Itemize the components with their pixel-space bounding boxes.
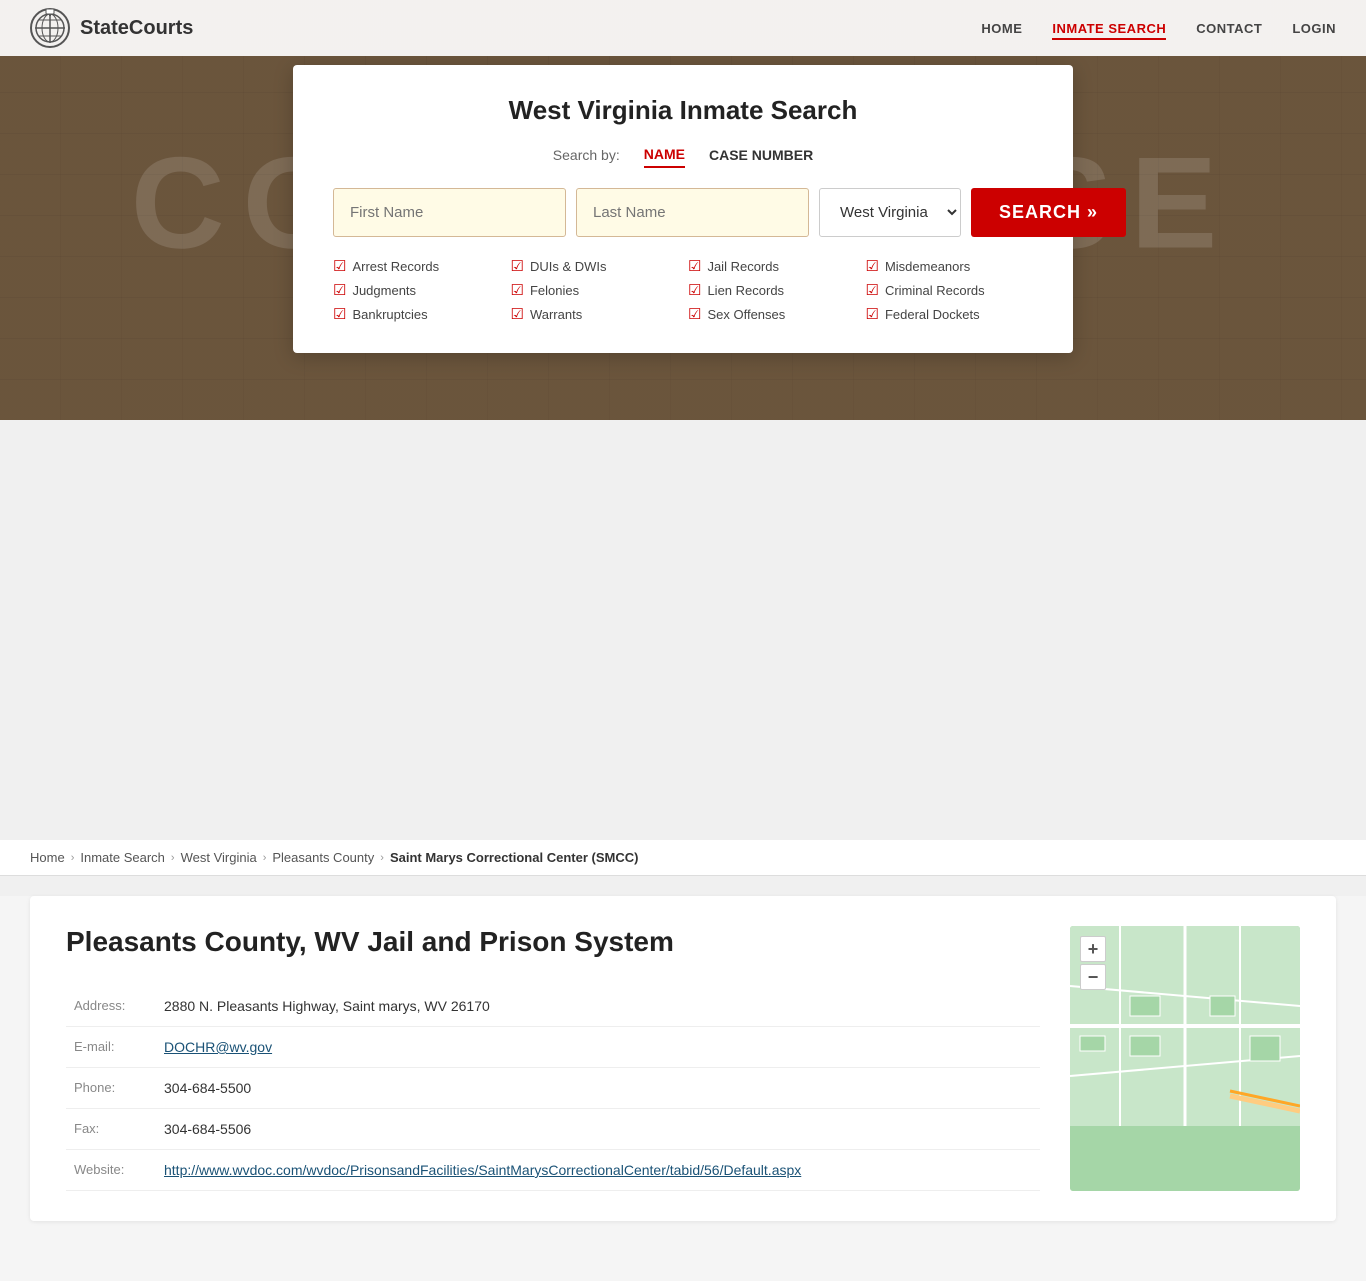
table-row: Fax: 304-684-5506 bbox=[66, 1109, 1040, 1150]
tab-name[interactable]: NAME bbox=[644, 142, 685, 168]
check-label: Sex Offenses bbox=[707, 307, 785, 322]
field-value-phone: 304-684-5500 bbox=[156, 1068, 1040, 1109]
map-container: + − bbox=[1070, 926, 1300, 1191]
check-bankruptcies: ☑ Bankruptcies bbox=[333, 305, 501, 323]
nav-item-login[interactable]: LOGIN bbox=[1292, 20, 1336, 36]
field-value-website: http://www.wvdoc.com/wvdoc/PrisonsandFac… bbox=[156, 1150, 1040, 1191]
breadcrumb-current: Saint Marys Correctional Center (SMCC) bbox=[390, 850, 639, 865]
field-value-fax: 304-684-5506 bbox=[156, 1109, 1040, 1150]
check-label: Criminal Records bbox=[885, 283, 985, 298]
field-label: Address: bbox=[66, 986, 156, 1027]
check-icon: ☑ bbox=[688, 281, 701, 299]
table-row: Address: 2880 N. Pleasants Highway, Sain… bbox=[66, 986, 1040, 1027]
logo[interactable]: StateCourts bbox=[30, 8, 193, 48]
check-label: Bankruptcies bbox=[352, 307, 427, 322]
first-name-input[interactable] bbox=[333, 188, 566, 237]
nav-item-contact[interactable]: CONTACT bbox=[1196, 20, 1262, 36]
check-arrest-records: ☑ Arrest Records bbox=[333, 257, 501, 275]
check-criminal-records: ☑ Criminal Records bbox=[866, 281, 1034, 299]
check-icon: ☑ bbox=[866, 257, 879, 275]
breadcrumb-sep: › bbox=[171, 852, 175, 864]
search-inputs: West Virginia Alabama Alaska Arizona Cal… bbox=[333, 188, 1033, 237]
check-label: Lien Records bbox=[707, 283, 784, 298]
checkboxes-grid: ☑ Arrest Records ☑ DUIs & DWIs ☑ Jail Re… bbox=[333, 257, 1033, 323]
logo-text: StateCourts bbox=[80, 17, 193, 40]
nav-item-home[interactable]: HOME bbox=[981, 20, 1022, 36]
check-label: Federal Dockets bbox=[885, 307, 980, 322]
breadcrumb-sep: › bbox=[263, 852, 267, 864]
check-misdemeanors: ☑ Misdemeanors bbox=[866, 257, 1034, 275]
field-value-address: 2880 N. Pleasants Highway, Saint marys, … bbox=[156, 986, 1040, 1027]
check-icon: ☑ bbox=[688, 257, 701, 275]
check-icon: ☑ bbox=[333, 305, 346, 323]
check-icon: ☑ bbox=[511, 281, 524, 299]
breadcrumb-sep: › bbox=[71, 852, 75, 864]
check-sex-offenses: ☑ Sex Offenses bbox=[688, 305, 856, 323]
state-select[interactable]: West Virginia Alabama Alaska Arizona Cal… bbox=[819, 188, 961, 237]
page-title: Pleasants County, WV Jail and Prison Sys… bbox=[66, 926, 1040, 958]
field-label: Phone: bbox=[66, 1068, 156, 1109]
field-value-email: DOCHR@wv.gov bbox=[156, 1027, 1040, 1068]
breadcrumb-inmate-search[interactable]: Inmate Search bbox=[80, 850, 165, 865]
check-federal-dockets: ☑ Federal Dockets bbox=[866, 305, 1034, 323]
breadcrumb-west-virginia[interactable]: West Virginia bbox=[181, 850, 257, 865]
tab-case-number[interactable]: CASE NUMBER bbox=[709, 143, 813, 167]
check-jail-records: ☑ Jail Records bbox=[688, 257, 856, 275]
info-table: Address: 2880 N. Pleasants Highway, Sain… bbox=[66, 986, 1040, 1191]
top-navigation: StateCourts HOME INMATE SEARCH CONTACT L… bbox=[0, 0, 1366, 56]
last-name-input[interactable] bbox=[576, 188, 809, 237]
check-icon: ☑ bbox=[333, 257, 346, 275]
check-icon: ☑ bbox=[511, 305, 524, 323]
check-felonies: ☑ Felonies bbox=[511, 281, 679, 299]
content-card: Pleasants County, WV Jail and Prison Sys… bbox=[30, 896, 1336, 1221]
table-row: Phone: 304-684-5500 bbox=[66, 1068, 1040, 1109]
check-warrants: ☑ Warrants bbox=[511, 305, 679, 323]
website-link[interactable]: http://www.wvdoc.com/wvdoc/PrisonsandFac… bbox=[164, 1162, 801, 1178]
table-row: E-mail: DOCHR@wv.gov bbox=[66, 1027, 1040, 1068]
check-label: Warrants bbox=[530, 307, 582, 322]
breadcrumb-home[interactable]: Home bbox=[30, 850, 65, 865]
nav-links: HOME INMATE SEARCH CONTACT LOGIN bbox=[981, 20, 1336, 36]
breadcrumb-sep: › bbox=[380, 852, 384, 864]
check-label: Jail Records bbox=[707, 259, 779, 274]
logo-icon bbox=[30, 8, 70, 48]
check-label: Misdemeanors bbox=[885, 259, 970, 274]
search-button[interactable]: SEARCH » bbox=[971, 188, 1126, 237]
search-card: West Virginia Inmate Search Search by: N… bbox=[293, 65, 1073, 353]
check-icon: ☑ bbox=[511, 257, 524, 275]
map-zoom-in[interactable]: + bbox=[1080, 936, 1106, 962]
check-label: Felonies bbox=[530, 283, 579, 298]
hero-section: COURTHOUSE StateCourts HOME INMATE SEARC… bbox=[0, 0, 1366, 420]
breadcrumb: Home › Inmate Search › West Virginia › P… bbox=[0, 840, 1366, 876]
map-zoom-out[interactable]: − bbox=[1080, 964, 1106, 990]
check-label: Arrest Records bbox=[352, 259, 439, 274]
map-controls: + − bbox=[1080, 936, 1106, 990]
check-icon: ☑ bbox=[866, 281, 879, 299]
check-icon: ☑ bbox=[333, 281, 346, 299]
breadcrumb-pleasants-county[interactable]: Pleasants County bbox=[272, 850, 374, 865]
check-lien-records: ☑ Lien Records bbox=[688, 281, 856, 299]
check-label: DUIs & DWIs bbox=[530, 259, 607, 274]
main-content: Pleasants County, WV Jail and Prison Sys… bbox=[0, 896, 1366, 1281]
check-icon: ☑ bbox=[866, 305, 879, 323]
table-row: Website: http://www.wvdoc.com/wvdoc/Pris… bbox=[66, 1150, 1040, 1191]
check-duis: ☑ DUIs & DWIs bbox=[511, 257, 679, 275]
map: + − bbox=[1070, 926, 1300, 1191]
email-link[interactable]: DOCHR@wv.gov bbox=[164, 1039, 272, 1055]
check-label: Judgments bbox=[352, 283, 416, 298]
check-judgments: ☑ Judgments bbox=[333, 281, 501, 299]
content-left: Pleasants County, WV Jail and Prison Sys… bbox=[66, 926, 1040, 1191]
field-label: Website: bbox=[66, 1150, 156, 1191]
nav-item-inmate-search[interactable]: INMATE SEARCH bbox=[1052, 20, 1166, 36]
field-label: E-mail: bbox=[66, 1027, 156, 1068]
search-by-label: Search by: bbox=[553, 147, 620, 163]
search-title: West Virginia Inmate Search bbox=[333, 95, 1033, 126]
field-label: Fax: bbox=[66, 1109, 156, 1150]
search-tabs: Search by: NAME CASE NUMBER bbox=[333, 142, 1033, 168]
check-icon: ☑ bbox=[688, 305, 701, 323]
